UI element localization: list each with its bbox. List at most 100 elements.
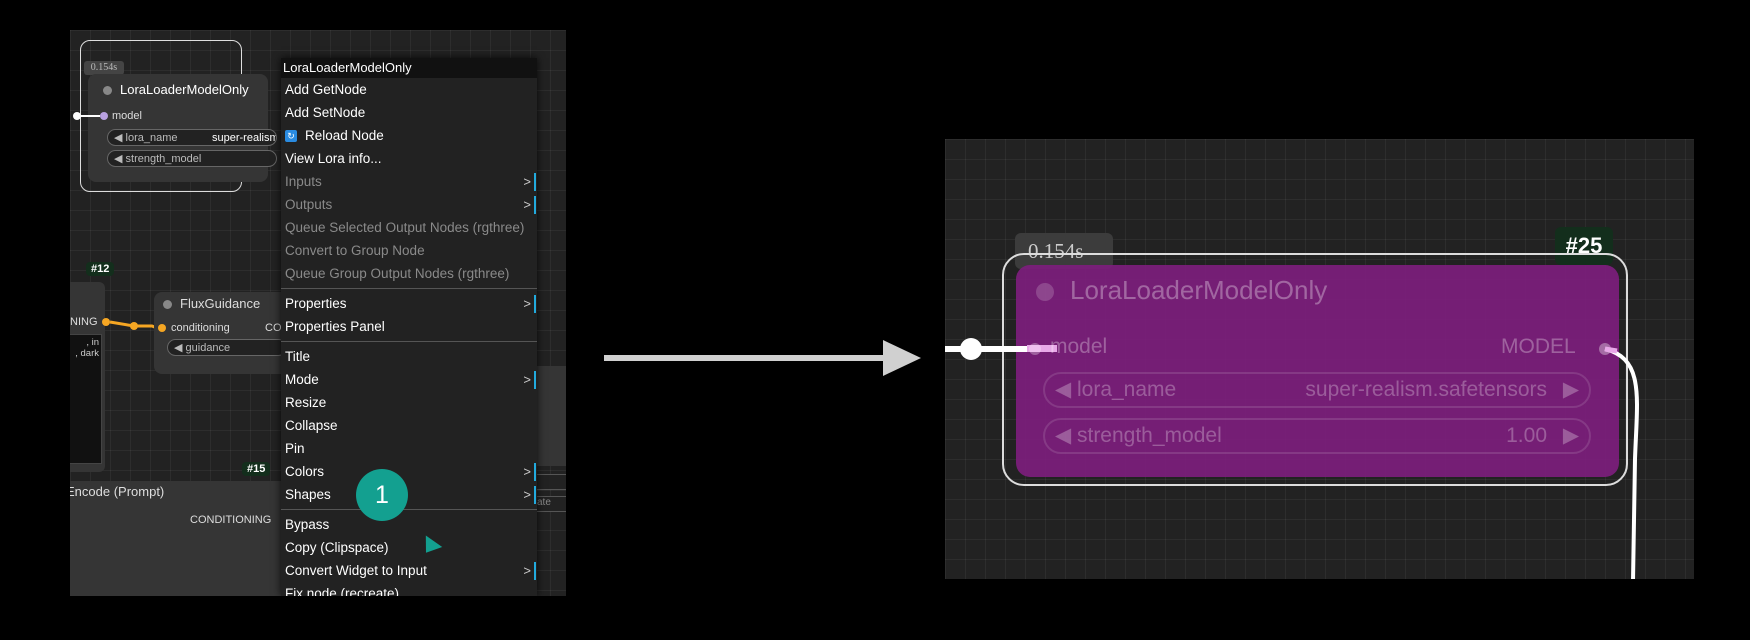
menu-item-copy-clipspace[interactable]: Copy (Clipspace) bbox=[281, 536, 537, 559]
submenu-arrow-icon: > bbox=[523, 372, 531, 387]
menu-item-resize[interactable]: Resize bbox=[281, 391, 537, 414]
menu-item-label: Convert to Group Node bbox=[285, 243, 425, 258]
lora-node-timing: 0.154s bbox=[84, 61, 124, 75]
menu-item-label: Inputs bbox=[285, 174, 322, 189]
submenu-arrow-icon: > bbox=[523, 296, 531, 311]
menu-item-colors[interactable]: Colors > bbox=[281, 460, 537, 483]
zoomed-lora-name-value: super-realism.safetensors bbox=[1305, 378, 1547, 401]
menu-item-collapse[interactable]: Collapse bbox=[281, 414, 537, 437]
step-number-bubble: 1 bbox=[356, 469, 408, 521]
zoomed-widget-right-arrow-icon[interactable]: ▶ bbox=[1563, 374, 1579, 406]
menu-item-pin[interactable]: Pin bbox=[281, 437, 537, 460]
flux-node-title: FluxGuidance bbox=[180, 296, 261, 311]
menu-item-label: Add GetNode bbox=[285, 82, 367, 97]
menu-item-label: Queue Selected Output Nodes (rgthree) bbox=[285, 220, 525, 235]
context-menu-items: Add GetNode Add SetNode ↻ Reload Node View L… bbox=[281, 78, 537, 596]
bottom-node-title: Encode (Prompt) bbox=[70, 484, 165, 499]
zoomed-strength-model-widget[interactable]: ◀ strength_model 1.00 ▶ bbox=[1043, 418, 1591, 454]
strength-model-label: ◀ strength_model bbox=[114, 153, 202, 165]
menu-item-properties-panel[interactable]: Properties Panel bbox=[281, 315, 537, 338]
model-input-label: model bbox=[112, 110, 142, 122]
submenu-arrow-icon: > bbox=[523, 563, 531, 578]
menu-item-mode[interactable]: Mode > bbox=[281, 368, 537, 391]
menu-item-label: Colors bbox=[285, 464, 325, 479]
node-badge-15: #15 bbox=[242, 462, 271, 476]
flux-output-label: CO bbox=[265, 322, 282, 334]
zoomed-status-dot bbox=[1036, 283, 1054, 301]
menu-item-properties[interactable]: Properties > bbox=[281, 292, 537, 315]
prompt-textarea-partial[interactable]: , in , dark bbox=[70, 334, 102, 464]
right-partial-number[interactable]: 7 bbox=[536, 474, 566, 490]
menu-item-queue-selected-output-nodes-rgthree: Queue Selected Output Nodes (rgthree) bbox=[281, 216, 537, 239]
submenu-indicator bbox=[534, 295, 536, 313]
menu-item-shapes[interactable]: Shapes > bbox=[281, 483, 537, 506]
menu-item-label: Collapse bbox=[285, 418, 338, 433]
prompt-text-line: , dark bbox=[75, 348, 99, 359]
zoomed-widget-right-arrow-icon[interactable]: ▶ bbox=[1563, 420, 1579, 452]
zoomed-lora-name-widget[interactable]: ◀ lora_name super-realism.safetensors ▶ bbox=[1043, 372, 1591, 408]
menu-item-label: Outputs bbox=[285, 197, 333, 212]
submenu-indicator bbox=[534, 196, 536, 214]
zoomed-lora-name-label: ◀ lora_name bbox=[1055, 378, 1177, 401]
submenu-arrow-icon: > bbox=[523, 174, 531, 189]
node-status-dot bbox=[163, 300, 172, 309]
context-menu-title: LoraLoaderModelOnly bbox=[281, 58, 537, 78]
left-canvas-screenshot: 0.154s LoraLoaderModelOnly model ◀ lora_… bbox=[70, 30, 566, 596]
submenu-indicator bbox=[534, 562, 536, 580]
guidance-widget[interactable]: ◀ guidance bbox=[167, 339, 287, 356]
zoomed-strength-model-value: 1.00 bbox=[1506, 424, 1547, 447]
menu-item-add-setnode[interactable]: Add SetNode bbox=[281, 101, 537, 124]
guidance-label: ◀ guidance bbox=[174, 342, 231, 354]
conditioning-input-socket[interactable] bbox=[158, 324, 166, 332]
submenu-indicator bbox=[534, 486, 536, 504]
conditioning-input-label: conditioning bbox=[171, 322, 230, 334]
lora-name-widget[interactable]: ◀ lora_name super-realism bbox=[107, 129, 277, 146]
menu-item-fix-node-recreate[interactable]: Fix node (recreate) bbox=[281, 582, 537, 596]
lora-name-value: super-realism bbox=[212, 132, 277, 144]
menu-item-convert-widget-to-input[interactable]: Convert Widget to Input > bbox=[281, 559, 537, 582]
menu-item-label: Copy (Clipspace) bbox=[285, 540, 389, 555]
zoomed-strength-model-label: ◀ strength_model bbox=[1055, 424, 1222, 447]
menu-item-label: Properties bbox=[285, 296, 347, 311]
right-partial-input[interactable]: ate bbox=[536, 496, 566, 512]
zoomed-link-endpoint bbox=[960, 338, 982, 360]
menu-separator bbox=[281, 509, 537, 510]
node-badge-12: #12 bbox=[86, 262, 115, 276]
menu-item-queue-group-output-nodes-rgthree: Queue Group Output Nodes (rgthree) bbox=[281, 262, 537, 285]
zoomed-model-link bbox=[945, 346, 1033, 352]
menu-item-bypass[interactable]: Bypass bbox=[281, 513, 537, 536]
submenu-indicator bbox=[534, 173, 536, 191]
zoomed-node-view: 0.154s #25 LoraLoaderModelOnly model MOD… bbox=[945, 139, 1694, 579]
reload-icon: ↻ bbox=[285, 130, 297, 143]
zoomed-node-title: LoraLoaderModelOnly bbox=[1070, 275, 1328, 305]
menu-item-label: Bypass bbox=[285, 517, 330, 532]
arrow-right-icon bbox=[883, 340, 921, 376]
zoomed-output-link bbox=[1604, 346, 1639, 579]
menu-item-label: Pin bbox=[285, 441, 305, 456]
submenu-indicator bbox=[534, 371, 536, 389]
menu-item-label: Title bbox=[285, 349, 311, 364]
menu-item-view-lora-info[interactable]: View Lora info... bbox=[281, 147, 537, 170]
model-input-socket[interactable] bbox=[100, 112, 108, 120]
menu-item-label: Shapes bbox=[285, 487, 331, 502]
menu-item-outputs: Outputs > bbox=[281, 193, 537, 216]
menu-item-title[interactable]: Title bbox=[281, 345, 537, 368]
menu-item-label: Fix node (recreate) bbox=[285, 586, 400, 596]
menu-item-reload-node[interactable]: ↻ Reload Node bbox=[281, 124, 537, 147]
menu-item-label: Reload Node bbox=[305, 128, 384, 143]
menu-separator bbox=[281, 341, 537, 342]
node-status-dot bbox=[103, 86, 112, 95]
menu-item-convert-to-group-node: Convert to Group Node bbox=[281, 239, 537, 262]
menu-item-inputs: Inputs > bbox=[281, 170, 537, 193]
zoomed-model-input-label: model bbox=[1050, 335, 1108, 358]
menu-item-add-getnode[interactable]: Add GetNode bbox=[281, 78, 537, 101]
lora-name-label: ◀ lora_name bbox=[114, 132, 178, 144]
zoomed-model-input-socket[interactable] bbox=[1029, 343, 1041, 355]
submenu-arrow-icon: > bbox=[523, 197, 531, 212]
strength-model-widget[interactable]: ◀ strength_model bbox=[107, 150, 277, 167]
model-link bbox=[78, 115, 100, 117]
menu-item-label: Properties Panel bbox=[285, 319, 385, 334]
prompt-text-line: , in bbox=[86, 337, 99, 348]
conditioning-output-label: CONDITIONING bbox=[190, 514, 272, 526]
menu-item-label: Resize bbox=[285, 395, 327, 410]
